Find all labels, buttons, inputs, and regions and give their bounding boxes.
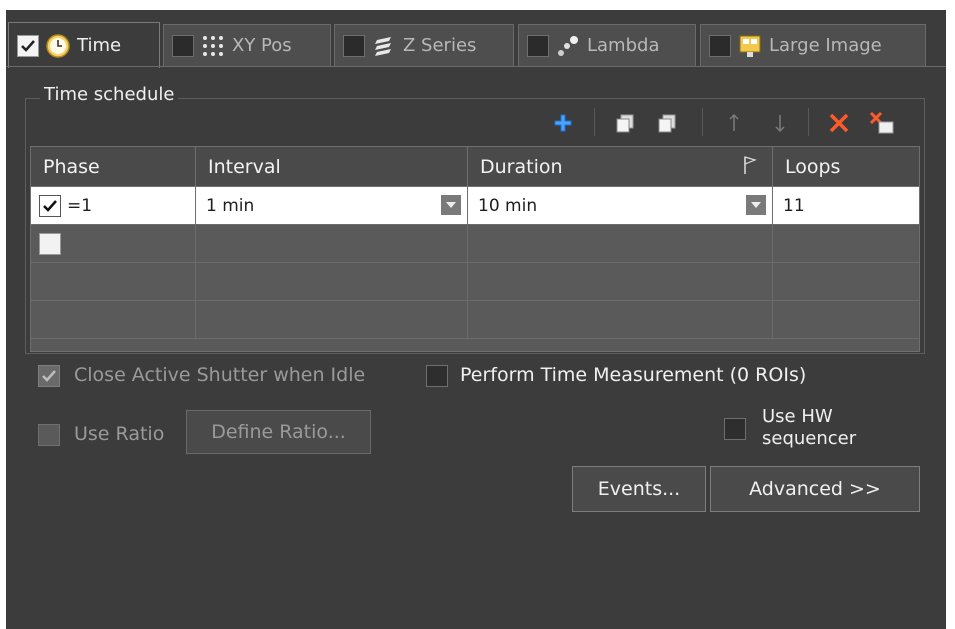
- tab-z-series[interactable]: Z Series: [334, 24, 514, 66]
- clock-icon: [45, 33, 71, 59]
- delete-all-icon[interactable]: [866, 108, 898, 138]
- toolbar-separator: [808, 108, 809, 136]
- use-hw-sequencer-checkbox[interactable]: [724, 418, 746, 440]
- tab-z-series-label: Z Series: [403, 35, 477, 56]
- tab-lambda-checkbox[interactable]: [527, 34, 549, 57]
- use-hw-label-line2: sequencer: [762, 428, 857, 449]
- events-button[interactable]: Events...: [572, 466, 706, 512]
- tab-z-series-checkbox[interactable]: [343, 34, 365, 57]
- chevron-down-icon[interactable]: [746, 195, 766, 215]
- table-cell: [468, 263, 773, 301]
- close-shutter-label: Close Active Shutter when Idle: [74, 364, 366, 386]
- table-cell[interactable]: [468, 225, 773, 263]
- copy-icon[interactable]: [610, 108, 640, 138]
- chevron-down-icon[interactable]: [441, 195, 461, 215]
- column-header-phase[interactable]: Phase: [31, 147, 196, 187]
- toolbar-separator: [702, 108, 703, 136]
- tab-strip-border: [6, 66, 946, 67]
- flag-icon[interactable]: [742, 155, 758, 180]
- table-cell: [31, 263, 196, 301]
- duration-value: 10 min: [478, 195, 538, 216]
- define-ratio-button[interactable]: Define Ratio...: [186, 410, 371, 454]
- paste-icon[interactable]: [652, 108, 682, 138]
- column-header-duration-label: Duration: [480, 155, 563, 178]
- advanced-button[interactable]: Advanced >>: [710, 466, 920, 512]
- tab-time[interactable]: Time: [8, 22, 160, 68]
- column-header-duration[interactable]: Duration: [468, 147, 773, 187]
- tab-xy-pos[interactable]: XY Pos: [163, 24, 331, 66]
- perform-time-label: Perform Time Measurement (0 ROIs): [460, 364, 807, 386]
- tab-large-image-label: Large Image: [769, 35, 882, 56]
- use-hw-label-line1: Use HW: [762, 406, 833, 427]
- table-cell: [31, 301, 196, 339]
- grid-dots-icon: [200, 33, 226, 59]
- table-row-phase-cell[interactable]: =1: [31, 187, 196, 225]
- duration-dropdown[interactable]: 10 min: [468, 187, 773, 225]
- table-cell: [773, 301, 919, 339]
- row-enable-checkbox[interactable]: [39, 194, 61, 217]
- loops-value: 11: [783, 195, 805, 216]
- move-down-icon[interactable]: [770, 108, 790, 138]
- use-hw-sequencer-label: Use HW sequencer: [762, 406, 856, 450]
- table-cell[interactable]: [773, 225, 919, 263]
- time-schedule-title: Time schedule: [40, 84, 179, 105]
- toolbar-separator: [594, 108, 595, 136]
- table-cell: [196, 263, 468, 301]
- move-up-icon[interactable]: [724, 108, 744, 138]
- large-image-icon: [737, 33, 763, 59]
- use-ratio-label: Use Ratio: [74, 423, 165, 445]
- tab-lambda-label: Lambda: [587, 35, 660, 56]
- table-cell: [468, 301, 773, 339]
- phase-value: =1: [67, 195, 93, 216]
- column-header-loops[interactable]: Loops: [773, 147, 919, 187]
- loops-field[interactable]: 11: [773, 187, 919, 225]
- use-ratio-checkbox[interactable]: [38, 424, 60, 446]
- z-stack-icon: [371, 33, 397, 59]
- tab-large-image-checkbox[interactable]: [709, 34, 731, 57]
- tab-xy-pos-checkbox[interactable]: [172, 34, 194, 57]
- add-icon[interactable]: [548, 108, 578, 138]
- tab-time-checkbox[interactable]: [17, 34, 39, 57]
- delete-icon[interactable]: [824, 108, 854, 138]
- tab-large-image[interactable]: Large Image: [700, 24, 926, 66]
- table-cell: [773, 263, 919, 301]
- tab-xy-pos-label: XY Pos: [232, 35, 292, 56]
- lambda-dots-icon: [555, 33, 581, 59]
- table-cell[interactable]: [196, 225, 468, 263]
- tab-lambda[interactable]: Lambda: [518, 24, 696, 66]
- new-row-checkbox[interactable]: [39, 232, 61, 255]
- interval-dropdown[interactable]: 1 min: [196, 187, 468, 225]
- perform-time-checkbox[interactable]: [426, 365, 448, 387]
- column-header-interval[interactable]: Interval: [196, 147, 468, 187]
- table-cell: [196, 301, 468, 339]
- time-schedule-table: Phase Interval Duration Loops =1 1 min 1…: [30, 146, 920, 352]
- close-shutter-checkbox[interactable]: [38, 365, 60, 387]
- tab-time-label: Time: [77, 35, 122, 56]
- interval-value: 1 min: [206, 195, 255, 216]
- table-row-new-phase[interactable]: [31, 225, 196, 263]
